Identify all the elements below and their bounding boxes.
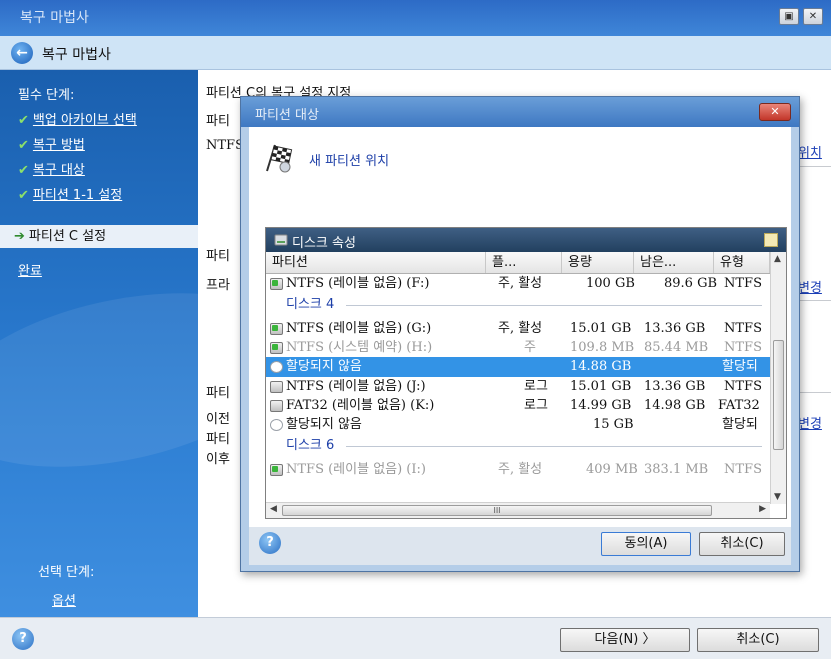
column-header-row: 파티션 플... 용량 남은... 유형 bbox=[266, 252, 770, 274]
partition-row[interactable]: NTFS (레이블 없음) (I:) 주, 활성 409 MB 383.1 MB… bbox=[266, 460, 770, 480]
partition-icon bbox=[270, 323, 283, 335]
ok-button[interactable]: 동의(A) bbox=[601, 532, 691, 556]
back-arrow-icon[interactable]: ← bbox=[11, 42, 33, 64]
wizard-footer: ? 다음(N) 〉 취소(C) bbox=[0, 617, 831, 659]
main-text: 파티 bbox=[206, 386, 230, 401]
scroll-up-icon[interactable]: ▲ bbox=[774, 254, 781, 264]
main-text: 이후 bbox=[206, 452, 230, 467]
column-header-type[interactable]: 유형 bbox=[714, 252, 770, 273]
dialog-body: 새 파티션 위치 디스크 속성 파티션 플... 용량 남은... 유형 NTF… bbox=[249, 127, 791, 565]
sidebar-decoration bbox=[0, 264, 198, 496]
check-icon: ✔ bbox=[18, 188, 29, 203]
disk-icon bbox=[274, 234, 288, 246]
disk-group-header: 디스크 4 bbox=[266, 295, 770, 315]
horizontal-scrollbar[interactable]: ◀ III ▶ bbox=[266, 502, 770, 518]
required-steps-label: 필수 단계: bbox=[18, 88, 75, 103]
wizard-header: ← 복구 마법사 bbox=[0, 36, 831, 70]
window-title-bar: 복구 마법사 ▣ ✕ bbox=[0, 0, 831, 36]
partition-row[interactable]: NTFS (시스템 예약) (H:) 주 109.8 MB 85.44 MB N… bbox=[266, 338, 770, 358]
partition-icon bbox=[270, 381, 283, 393]
vertical-scrollbar[interactable]: ▲ ▼ bbox=[770, 252, 786, 504]
main-text: 프라 bbox=[206, 278, 230, 293]
cancel-button[interactable]: 취소(C) bbox=[697, 628, 819, 652]
main-text: 이전 bbox=[206, 412, 230, 427]
vertical-scroll-thumb[interactable] bbox=[773, 340, 784, 450]
partition-list: NTFS (레이블 없음) (F:) 주, 활성 100 GB 89.6 GB … bbox=[266, 274, 770, 500]
check-icon: ✔ bbox=[18, 163, 29, 178]
main-text: 파티 bbox=[206, 114, 230, 129]
steps-sidebar: 필수 단계: ✔ 백업 아카이브 선택 ✔ 복구 방법 ✔ 복구 대상 ✔ 파티션 1-… bbox=[0, 70, 198, 617]
disk-group-header: 디스크 6 bbox=[266, 436, 770, 456]
sidebar-item-partition-c[interactable]: ➔ 파티션 C 설정 bbox=[0, 225, 198, 248]
change-link-2[interactable]: 변경 bbox=[798, 413, 822, 432]
sidebar-item-backup-archive[interactable]: ✔ 백업 아카이브 선택 bbox=[18, 109, 137, 128]
partition-icon bbox=[270, 342, 283, 354]
dialog-title-bar: 파티션 대상 ✕ bbox=[241, 97, 799, 127]
sidebar-item-recovery-target[interactable]: ✔ 복구 대상 bbox=[18, 159, 85, 178]
window-title: 복구 마법사 bbox=[20, 10, 89, 26]
partition-icon bbox=[270, 419, 283, 431]
check-icon: ✔ bbox=[18, 138, 29, 153]
close-window-button[interactable]: ✕ bbox=[803, 8, 823, 25]
partition-row[interactable]: NTFS (레이블 없음) (G:) 주, 활성 15.01 GB 13.36 … bbox=[266, 319, 770, 339]
partition-row[interactable]: NTFS (레이블 없음) (J:) 로그 15.01 GB 13.36 GB … bbox=[266, 377, 770, 397]
column-header-flag[interactable]: 플... bbox=[486, 252, 562, 273]
dialog-cancel-button[interactable]: 취소(C) bbox=[699, 532, 785, 556]
main-text: NTFS bbox=[206, 138, 244, 153]
panel-menu-icon[interactable] bbox=[764, 233, 778, 247]
dialog-heading-area: 새 파티션 위치 bbox=[249, 127, 791, 195]
main-text: 파티 bbox=[206, 249, 230, 264]
partition-row-selected[interactable]: 할당되지 않음 14.88 GB 할당되 bbox=[266, 357, 770, 377]
panel-title-bar: 디스크 속성 bbox=[266, 228, 786, 252]
partition-icon bbox=[270, 400, 283, 412]
horizontal-scroll-thumb[interactable]: III bbox=[282, 505, 712, 516]
dialog-title: 파티션 대상 bbox=[255, 108, 319, 123]
scroll-right-icon[interactable]: ▶ bbox=[759, 504, 766, 514]
optional-steps-label: 선택 단계: bbox=[38, 565, 95, 580]
location-link[interactable]: 위치 bbox=[798, 142, 822, 161]
partition-row[interactable]: 할당되지 않음 15 GB 할당되 bbox=[266, 415, 770, 435]
partition-icon bbox=[270, 361, 283, 373]
arrow-right-icon: ➔ bbox=[14, 229, 25, 244]
disk-properties-panel: 디스크 속성 파티션 플... 용량 남은... 유형 NTFS (레이블 없음… bbox=[265, 227, 787, 519]
sidebar-item-options[interactable]: 옵션 bbox=[52, 590, 76, 609]
divider bbox=[346, 446, 762, 447]
help-icon[interactable]: ? bbox=[12, 628, 34, 650]
main-text: 파티 bbox=[206, 432, 230, 447]
sidebar-item-finish[interactable]: 완료 bbox=[18, 260, 42, 279]
sidebar-item-partition-1-1[interactable]: ✔ 파티션 1-1 설정 bbox=[18, 184, 122, 203]
column-header-capacity[interactable]: 용량 bbox=[562, 252, 634, 273]
divider bbox=[346, 305, 762, 306]
dialog-close-button[interactable]: ✕ bbox=[759, 103, 791, 121]
check-icon: ✔ bbox=[18, 113, 29, 128]
partition-row[interactable]: FAT32 (레이블 없음) (K:) 로그 14.99 GB 14.98 GB… bbox=[266, 396, 770, 416]
scroll-left-icon[interactable]: ◀ bbox=[270, 504, 277, 514]
restore-button[interactable]: ▣ bbox=[779, 8, 799, 25]
checkered-flag-icon bbox=[266, 144, 293, 173]
partition-icon bbox=[270, 278, 283, 290]
column-header-partition[interactable]: 파티션 bbox=[266, 252, 486, 273]
panel-title: 디스크 속성 bbox=[292, 236, 356, 251]
next-button[interactable]: 다음(N) 〉 bbox=[560, 628, 690, 652]
scroll-down-icon[interactable]: ▼ bbox=[774, 492, 781, 502]
sidebar-item-recovery-method[interactable]: ✔ 복구 방법 bbox=[18, 134, 85, 153]
partition-icon bbox=[270, 464, 283, 476]
dialog-heading: 새 파티션 위치 bbox=[309, 154, 390, 169]
dialog-button-area: ? 동의(A) 취소(C) bbox=[249, 527, 791, 565]
column-header-free[interactable]: 남은... bbox=[634, 252, 714, 273]
partition-target-dialog: 파티션 대상 ✕ 새 파티션 위치 디스크 속성 파티션 플... 용량 남은.… bbox=[240, 96, 800, 572]
change-link-1[interactable]: 변경 bbox=[798, 277, 822, 296]
wizard-header-title: 복구 마법사 bbox=[42, 47, 111, 63]
dialog-help-icon[interactable]: ? bbox=[259, 532, 281, 554]
partition-row[interactable]: NTFS (레이블 없음) (F:) 주, 활성 100 GB 89.6 GB … bbox=[266, 274, 770, 294]
